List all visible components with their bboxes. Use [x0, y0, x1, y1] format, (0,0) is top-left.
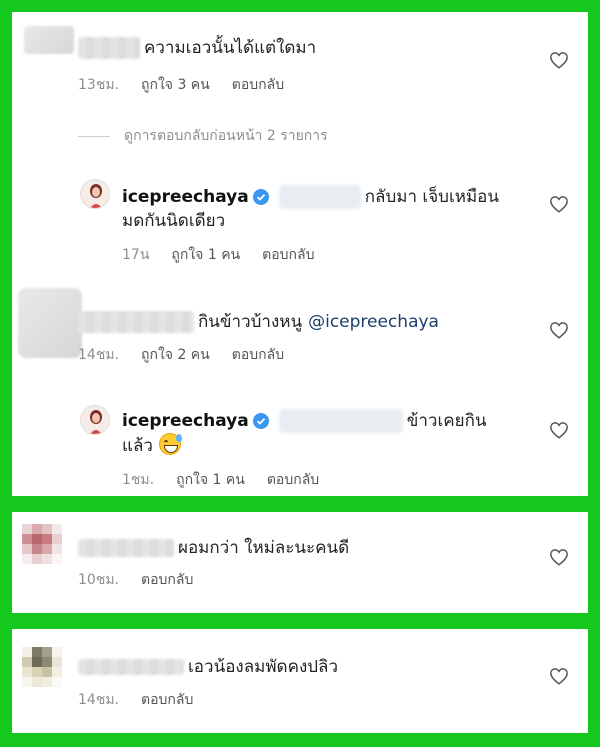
reply-button[interactable]: ตอบกลับ [141, 569, 193, 591]
reply-button[interactable]: ตอบกลับ [141, 689, 193, 711]
comment-time: 14ชม. [78, 347, 119, 363]
reply-button[interactable]: ตอบกลับ [232, 74, 284, 96]
avatar[interactable] [24, 26, 74, 54]
username[interactable]: icepreechaya [122, 187, 249, 207]
comment-text: ผอมกว่า ใหม่ละนะคนดี [178, 538, 350, 558]
reply-text-line2: มดกันนิดเดียว [122, 211, 226, 231]
heart-icon[interactable] [549, 195, 569, 213]
username[interactable]: icepreechaya [122, 411, 249, 431]
blurred-username[interactable] [78, 658, 184, 675]
comment-text: เอวน้องลมพัดคงปลิว [188, 657, 338, 677]
profile-photo [81, 180, 109, 208]
comment-panel: ผอมกว่า ใหม่ละนะคนดี 10ชม. ตอบกลับ [12, 512, 588, 613]
blurred-username[interactable] [78, 36, 140, 59]
blurred-mention[interactable] [278, 408, 403, 433]
likes-count[interactable]: ถูกใจ 1 คน [171, 244, 240, 266]
reply-text-line1: ข้าวเคยกิน [406, 411, 487, 431]
avatar[interactable] [80, 405, 110, 435]
heart-icon[interactable] [549, 321, 569, 339]
blurred-mention[interactable] [278, 184, 361, 209]
mention-link[interactable]: @icepreechaya [308, 312, 439, 332]
likes-count[interactable]: ถูกใจ 3 คน [141, 74, 210, 96]
comments-panel-main: ความเอวนั้นได้แต่ใดมา 13ชม. ถูกใจ 3 คน ต… [12, 12, 588, 496]
reply-button[interactable]: ตอบกลับ [232, 344, 284, 366]
avatar[interactable] [22, 647, 62, 687]
view-previous-replies-button[interactable]: ดูการตอบกลับก่อนหน้า 2 รายการ [78, 125, 328, 147]
divider [78, 135, 110, 137]
comment-time: 13ชม. [78, 77, 119, 93]
avatar[interactable] [22, 524, 62, 564]
avatar[interactable] [18, 288, 82, 358]
avatar[interactable] [80, 179, 110, 209]
verified-badge-icon [252, 188, 269, 205]
comment-time: 14ชม. [78, 692, 119, 708]
comment-text: ความเอวนั้นได้แต่ใดมา [144, 38, 317, 58]
heart-icon[interactable] [549, 667, 569, 685]
heart-icon[interactable] [549, 548, 569, 566]
likes-count[interactable]: ถูกใจ 2 คน [141, 344, 210, 366]
reply-text-line1: กลับมา เจ็บเหมือน [364, 187, 500, 207]
reply-time: 1ชม. [122, 472, 155, 488]
likes-count[interactable]: ถูกใจ 1 คน [176, 469, 245, 491]
reply-time: 17น [122, 247, 150, 263]
comment-text: กินข้าวบ้างหนู [198, 312, 303, 332]
reply-button[interactable]: ตอบกลับ [267, 469, 319, 491]
blurred-username[interactable] [78, 310, 194, 333]
heart-icon[interactable] [549, 51, 569, 69]
profile-photo [81, 406, 109, 434]
reply-button[interactable]: ตอบกลับ [262, 244, 314, 266]
heart-icon[interactable] [549, 421, 569, 439]
verified-badge-icon [252, 412, 269, 429]
grinning-sweat-emoji-icon [158, 433, 182, 455]
blurred-username[interactable] [78, 538, 174, 557]
comment-panel: เอวน้องลมพัดคงปลิว 14ชม. ตอบกลับ [12, 629, 588, 733]
comment-time: 10ชม. [78, 572, 119, 588]
reply-text-line2: แล้ว [122, 436, 153, 456]
